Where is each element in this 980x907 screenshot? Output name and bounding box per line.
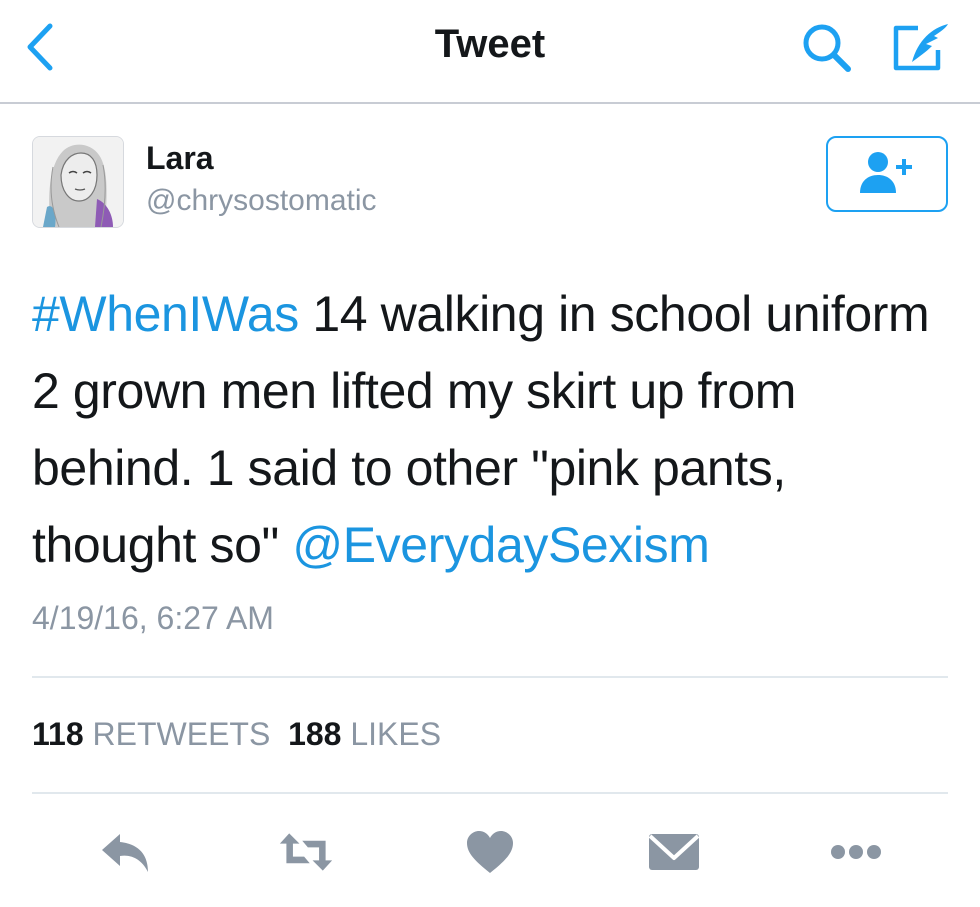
mention-link[interactable]: @EverydaySexism [292, 517, 710, 573]
search-icon[interactable] [798, 20, 858, 76]
avatar[interactable] [32, 136, 124, 228]
tweet-action-bar [0, 818, 980, 888]
tweet-timestamp: 4/19/16, 6:27 AM [32, 600, 274, 636]
navigation-bar: Tweet [0, 0, 980, 104]
divider [32, 676, 948, 678]
direct-message-icon[interactable] [646, 826, 702, 878]
tweet-text: #WhenIWas 14 walking in school uniform 2… [32, 276, 962, 584]
retweets-stat[interactable]: 118 RETWEETS [32, 716, 270, 752]
retweets-label: RETWEETS [92, 716, 271, 752]
likes-count: 188 [288, 716, 342, 752]
divider [32, 792, 948, 794]
compose-icon[interactable] [888, 20, 954, 74]
user-display-name[interactable]: Lara [146, 140, 214, 177]
follow-button[interactable] [826, 136, 948, 212]
retweet-icon[interactable] [278, 826, 334, 878]
likes-stat[interactable]: 188 LIKES [288, 716, 441, 752]
more-icon[interactable] [828, 826, 884, 878]
like-icon[interactable] [462, 826, 518, 878]
hashtag-link[interactable]: #WhenIWas [32, 286, 299, 342]
follow-user-icon [856, 149, 918, 200]
reply-icon[interactable] [98, 826, 154, 878]
engagement-stats: 118 RETWEETS 188 LIKES [32, 716, 441, 753]
retweets-count: 118 [32, 716, 84, 752]
likes-label: LIKES [350, 716, 442, 752]
user-handle[interactable]: @chrysostomatic [146, 184, 377, 218]
